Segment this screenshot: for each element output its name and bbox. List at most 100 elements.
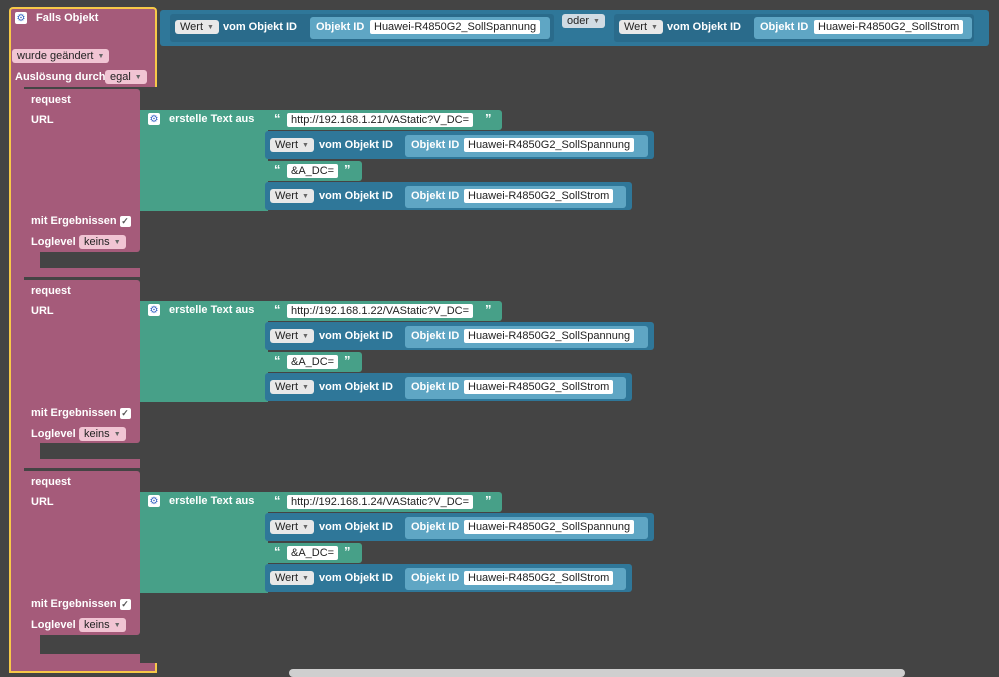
adc-text-field[interactable]: &A_DC= [287, 164, 339, 178]
object-id-field[interactable]: Huawei-R4850G2_SollSpannung [464, 329, 635, 343]
from-object-label: vom Objekt ID [667, 21, 741, 33]
quote-close-icon: ” [485, 493, 492, 508]
request-title: request [31, 476, 71, 488]
object-id-label: Objekt ID [411, 330, 460, 342]
from-object-label: vom Objekt ID [319, 139, 393, 151]
quote-open-icon: “ [274, 353, 281, 368]
object-id-field[interactable]: Huawei-R4850G2_SollStrom [464, 189, 614, 203]
object-id-label: Objekt ID [411, 139, 460, 151]
request-block[interactable]: request URL mit Ergebnissen ✓ Loglevel ke… [24, 89, 140, 277]
object-id-block[interactable]: Objekt ID Huawei-R4850G2_SollStrom [405, 186, 626, 208]
object-id-field[interactable]: Huawei-R4850G2_SollSpannung [464, 138, 635, 152]
object-id-label: Objekt ID [411, 572, 460, 584]
quote-close-icon: ” [344, 353, 351, 368]
request-footer [24, 459, 140, 468]
results-label: mit Ergebnissen ✓ [31, 215, 131, 227]
text-part-adc[interactable]: “ &A_DC= ” [268, 352, 362, 372]
object-id-block[interactable]: Objekt ID Huawei-R4850G2_SollStrom [405, 568, 626, 590]
text-join-block[interactable]: ⚙ erstelle Text aus [140, 492, 268, 593]
object-id-field[interactable]: Huawei-R4850G2_SollSpannung [370, 20, 541, 34]
quote-close-icon: ” [485, 302, 492, 317]
from-object-label: vom Objekt ID [223, 21, 297, 33]
from-object-label: vom Objekt ID [319, 330, 393, 342]
request-block[interactable]: request URL mit Ergebnissen ✓ Loglevel ke… [24, 471, 140, 663]
object-id-field[interactable]: Huawei-R4850G2_SollStrom [464, 571, 614, 585]
text-join-label: erstelle Text aus [169, 304, 255, 316]
condition-strom[interactable]: Wert ▼ vom Objekt ID Objekt ID Huawei-R48… [614, 14, 974, 42]
checkmark-icon[interactable]: ✓ [119, 216, 131, 227]
object-id-label: Objekt ID [316, 21, 365, 33]
text-part-adc[interactable]: “ &A_DC= ” [268, 161, 362, 181]
value-dropdown[interactable]: Wert ▼ [270, 189, 314, 203]
object-id-label: Objekt ID [760, 21, 809, 33]
text-part-url[interactable]: “ http://192.168.1.21/VAStatic?V_DC= ” [268, 110, 502, 130]
or-dropdown[interactable]: oder ▼ [562, 14, 605, 28]
object-id-field[interactable]: Huawei-R4850G2_SollStrom [814, 20, 964, 34]
request-block[interactable]: request URL mit Ergebnissen ✓ Loglevel ke… [24, 280, 140, 468]
object-value-block[interactable]: Wert ▼ vom Objekt ID Objekt ID Huawei-R48… [265, 182, 632, 210]
results-label: mit Ergebnissen ✓ [31, 407, 131, 419]
object-value-block[interactable]: Wert ▼ vom Objekt ID Objekt ID Huawei-R48… [265, 564, 632, 592]
changed-dropdown[interactable]: wurde geändert ▼ [12, 49, 110, 63]
quote-open-icon: “ [274, 544, 281, 559]
gear-icon[interactable]: ⚙ [15, 12, 27, 24]
loglevel-dropdown[interactable]: keins ▼ [79, 618, 126, 632]
object-id-label: Objekt ID [411, 381, 460, 393]
value-dropdown[interactable]: Wert ▼ [270, 380, 314, 394]
adc-text-field[interactable]: &A_DC= [287, 546, 339, 560]
object-id-label: Objekt ID [411, 190, 460, 202]
url-label: URL [31, 114, 54, 126]
text-join-block[interactable]: ⚙ erstelle Text aus [140, 301, 268, 402]
text-part-url[interactable]: “ http://192.168.1.22/VAStatic?V_DC= ” [268, 301, 502, 321]
object-id-field[interactable]: Huawei-R4850G2_SollStrom [464, 380, 614, 394]
text-part-adc[interactable]: “ &A_DC= ” [268, 543, 362, 563]
object-value-block[interactable]: Wert ▼ vom Objekt ID Objekt ID Huawei-R48… [265, 131, 654, 159]
object-value-block[interactable]: Wert ▼ vom Objekt ID Objekt ID Huawei-R48… [265, 513, 654, 541]
text-part-url[interactable]: “ http://192.168.1.24/VAStatic?V_DC= ” [268, 492, 502, 512]
from-object-label: vom Objekt ID [319, 521, 393, 533]
object-value-block[interactable]: Wert ▼ vom Objekt ID Objekt ID Huawei-R48… [265, 373, 632, 401]
url-text-field[interactable]: http://192.168.1.22/VAStatic?V_DC= [287, 304, 474, 318]
from-object-label: vom Objekt ID [319, 190, 393, 202]
request-title: request [31, 94, 71, 106]
text-join-label: erstelle Text aus [169, 495, 255, 507]
text-join-block[interactable]: ⚙ erstelle Text aus [140, 110, 268, 211]
gear-icon[interactable]: ⚙ [148, 113, 160, 125]
value-dropdown[interactable]: Wert ▼ [619, 20, 663, 34]
object-id-label: Objekt ID [411, 521, 460, 533]
value-dropdown[interactable]: Wert ▼ [175, 20, 219, 34]
object-id-field[interactable]: Huawei-R4850G2_SollSpannung [464, 520, 635, 534]
object-id-block[interactable]: Objekt ID Huawei-R4850G2_SollSpannung [310, 17, 550, 39]
url-text-field[interactable]: http://192.168.1.21/VAStatic?V_DC= [287, 113, 474, 127]
checkmark-icon[interactable]: ✓ [119, 599, 131, 610]
value-dropdown[interactable]: Wert ▼ [270, 571, 314, 585]
from-object-label: vom Objekt ID [319, 381, 393, 393]
trigger-by-dropdown[interactable]: egal ▼ [105, 70, 147, 84]
url-text-field[interactable]: http://192.168.1.24/VAStatic?V_DC= [287, 495, 474, 509]
value-dropdown[interactable]: Wert ▼ [270, 520, 314, 534]
checkmark-icon[interactable]: ✓ [119, 408, 131, 419]
value-dropdown[interactable]: Wert ▼ [270, 329, 314, 343]
condition-spannung[interactable]: Wert ▼ vom Objekt ID Objekt ID Huawei-R48… [170, 14, 554, 42]
request-footer [24, 268, 140, 277]
trigger-left-spine [9, 85, 24, 667]
loglevel-dropdown[interactable]: keins ▼ [79, 235, 126, 249]
object-id-block[interactable]: Objekt ID Huawei-R4850G2_SollSpannung [405, 135, 648, 157]
gear-icon[interactable]: ⚙ [148, 304, 160, 316]
quote-open-icon: “ [274, 111, 281, 126]
gear-icon[interactable]: ⚙ [148, 495, 160, 507]
object-value-block[interactable]: Wert ▼ vom Objekt ID Objekt ID Huawei-R48… [265, 322, 654, 350]
loglevel-dropdown[interactable]: keins ▼ [79, 427, 126, 441]
request-footer [24, 654, 140, 663]
object-id-block[interactable]: Objekt ID Huawei-R4850G2_SollStrom [754, 17, 972, 39]
request-title: request [31, 285, 71, 297]
object-id-block[interactable]: Objekt ID Huawei-R4850G2_SollSpannung [405, 517, 648, 539]
quote-open-icon: “ [274, 493, 281, 508]
loglevel-label: Loglevel [31, 428, 76, 440]
horizontal-scrollbar[interactable] [289, 669, 905, 677]
quote-open-icon: “ [274, 302, 281, 317]
object-id-block[interactable]: Objekt ID Huawei-R4850G2_SollStrom [405, 377, 626, 399]
object-id-block[interactable]: Objekt ID Huawei-R4850G2_SollSpannung [405, 326, 648, 348]
value-dropdown[interactable]: Wert ▼ [270, 138, 314, 152]
adc-text-field[interactable]: &A_DC= [287, 355, 339, 369]
